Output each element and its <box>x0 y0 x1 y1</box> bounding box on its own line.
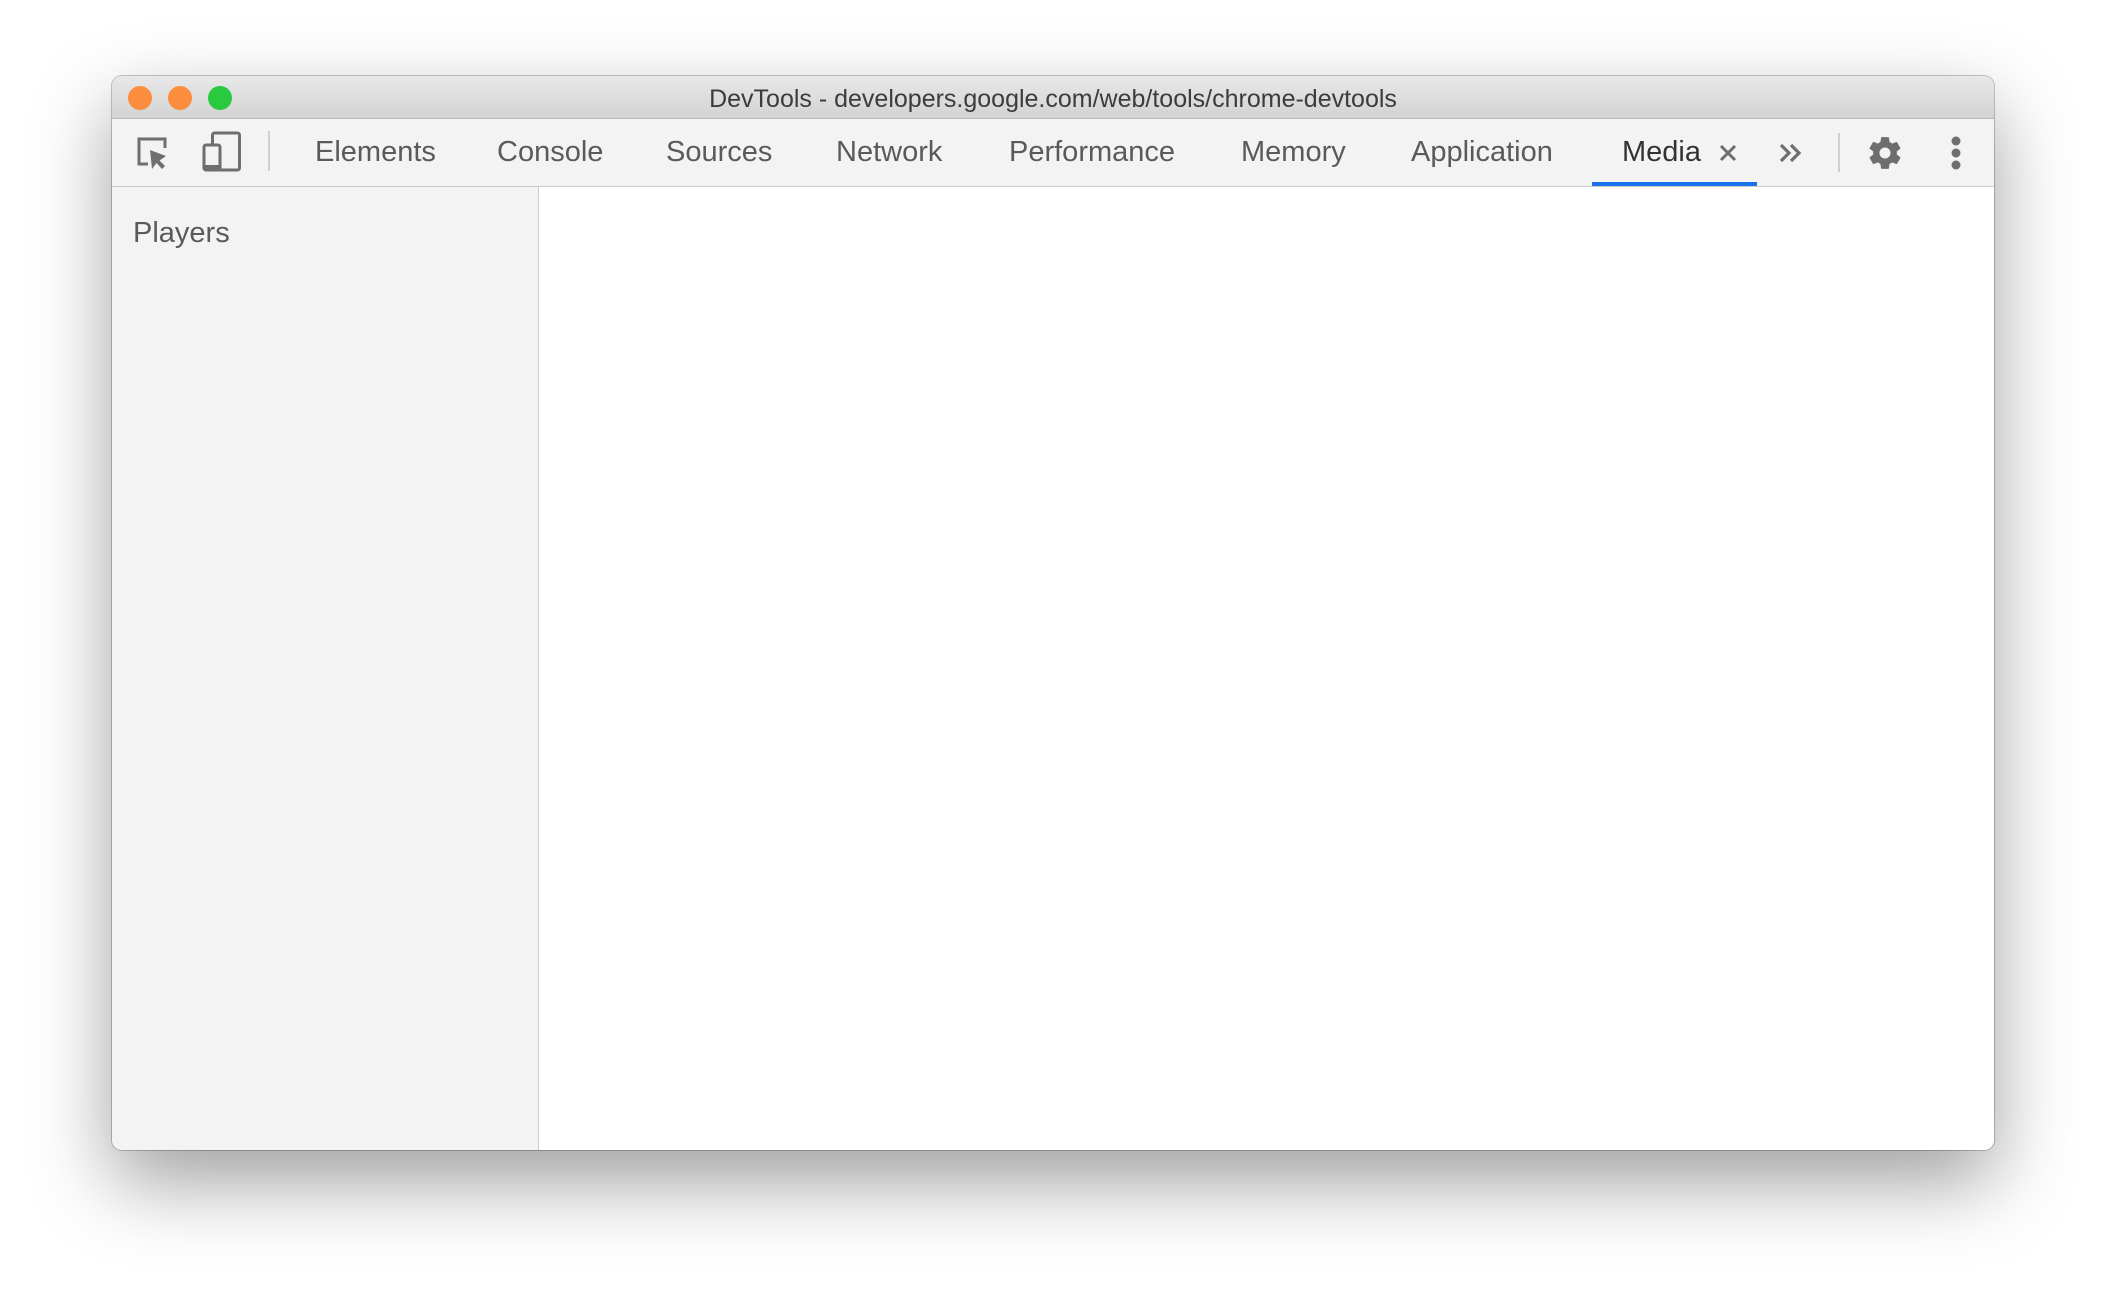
inspect-element-button[interactable] <box>136 136 172 177</box>
tab-memory[interactable]: Memory <box>1241 119 1346 186</box>
settings-button[interactable] <box>1866 134 1904 177</box>
players-heading: Players <box>133 217 230 249</box>
device-toolbar-button[interactable] <box>202 131 242 178</box>
media-panel: Players <box>112 187 1994 1150</box>
close-icon <box>1719 144 1737 162</box>
title-bar: DevTools - developers.google.com/web/too… <box>112 76 1994 119</box>
toolbar-separator <box>1838 133 1840 172</box>
double-chevron-right-icon <box>1779 143 1802 163</box>
devtools-window: DevTools - developers.google.com/web/too… <box>112 76 1994 1150</box>
tab-elements[interactable]: Elements <box>315 119 436 186</box>
more-tabs-button[interactable] <box>1778 142 1804 169</box>
toolbar-separator <box>268 131 270 171</box>
tab-media[interactable]: Media <box>1622 119 1701 186</box>
tab-application[interactable]: Application <box>1411 119 1553 186</box>
customize-menu-button[interactable] <box>1948 132 1964 177</box>
window-title: DevTools - developers.google.com/web/too… <box>709 85 1397 113</box>
inspect-element-icon <box>137 137 167 169</box>
tab-sources[interactable]: Sources <box>666 119 772 186</box>
devtools-toolbar: Elements Console Sources Network Perform… <box>112 119 1994 187</box>
tab-performance[interactable]: Performance <box>1009 119 1175 186</box>
active-tab-indicator <box>1592 182 1757 186</box>
device-toolbar-icon <box>202 131 241 172</box>
players-sidebar: Players <box>112 187 539 1150</box>
vertical-dots-icon <box>1951 136 1961 170</box>
gear-icon <box>1869 137 1901 169</box>
player-details-pane <box>539 187 1994 1150</box>
tab-network[interactable]: Network <box>836 119 942 186</box>
tab-console[interactable]: Console <box>497 119 603 186</box>
close-tab-button[interactable] <box>1718 143 1738 163</box>
